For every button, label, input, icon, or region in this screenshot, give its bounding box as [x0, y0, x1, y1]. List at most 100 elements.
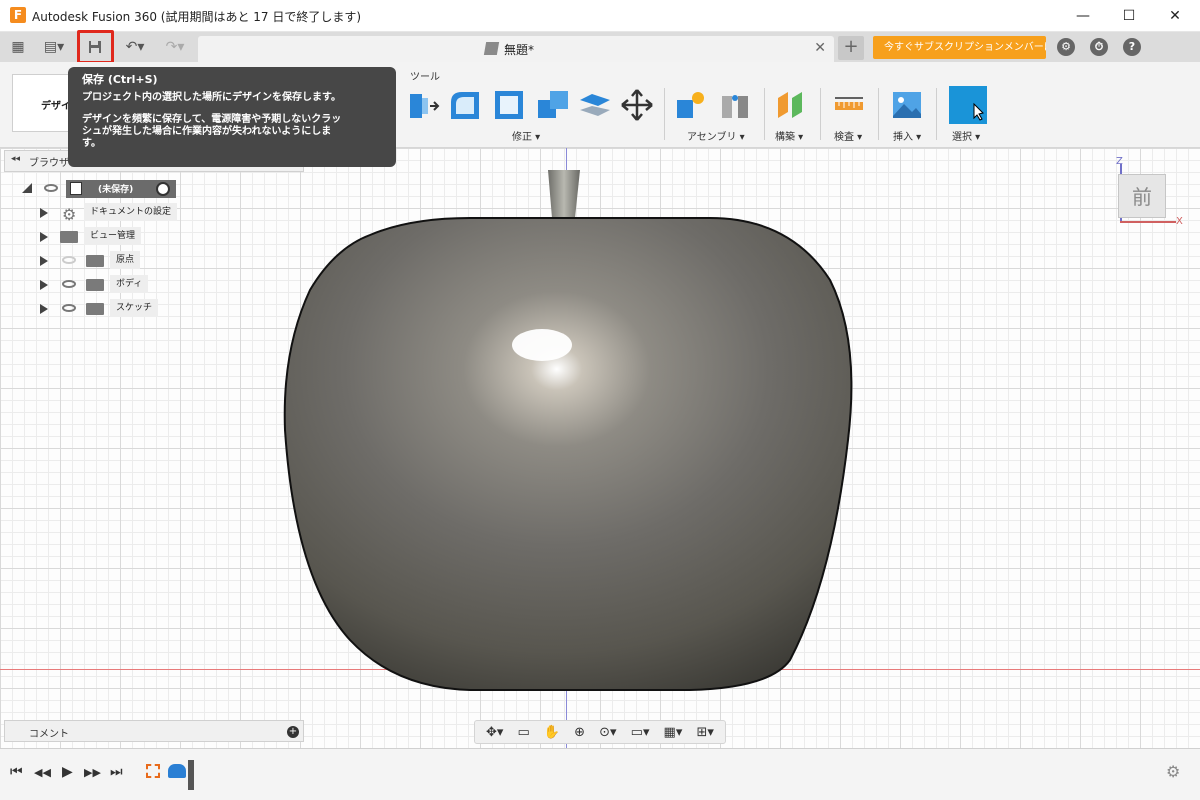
timeline-first-icon[interactable]: ⏮ — [10, 764, 23, 780]
zoom-icon[interactable]: ⊕ — [574, 725, 585, 740]
apple-body — [283, 217, 853, 691]
timeline-prev-icon[interactable]: ◀◀ — [34, 766, 51, 779]
tools-tab-label[interactable]: ツール — [410, 68, 440, 83]
fusion-app-icon: F — [10, 7, 26, 23]
document-tab[interactable]: 無題* ✕ — [198, 36, 834, 62]
help-icon[interactable]: ? — [1123, 38, 1141, 56]
tooltip-text: シュが発生した場合に作業内容が失われないようにしま — [82, 126, 332, 137]
viewcube-x-axis — [1120, 221, 1176, 223]
close-button[interactable]: ✕ — [1152, 0, 1198, 32]
data-panel-grid-icon[interactable]: ▦ — [8, 36, 28, 58]
select-icon[interactable] — [949, 86, 987, 124]
pan-hand-icon[interactable]: ✋ — [544, 725, 560, 740]
redo-button[interactable]: ↷▾ — [158, 36, 192, 58]
timeline-marker[interactable] — [188, 760, 194, 790]
tree-node-sketches[interactable]: スケッチ — [110, 299, 159, 317]
expand-icon[interactable] — [40, 304, 48, 314]
apple-stem — [548, 170, 580, 218]
activate-radio-icon[interactable] — [156, 182, 170, 196]
tree-node-document-settings[interactable]: ドキュメントの設定 — [84, 203, 178, 221]
folder-icon — [86, 303, 104, 315]
fillet-icon[interactable] — [448, 88, 482, 122]
ribbon-separator — [820, 88, 821, 140]
comments-panel[interactable]: コメント + — [4, 720, 304, 742]
specular-highlight — [512, 329, 572, 361]
inspect-menu[interactable]: 検査 ▾ — [834, 128, 862, 143]
ribbon-separator — [664, 88, 665, 140]
save-highlight-box — [77, 30, 114, 64]
minimize-button[interactable]: — — [1060, 0, 1106, 32]
offset-plane-icon[interactable] — [774, 88, 808, 122]
comments-label: コメント — [29, 729, 69, 740]
title-bar: F Autodesk Fusion 360 (試用期間はあと 17 日で終了しま… — [0, 0, 1200, 32]
new-component-icon[interactable] — [674, 88, 708, 122]
ribbon-separator — [764, 88, 765, 140]
folder-icon — [60, 231, 78, 243]
fit-icon[interactable]: ⊙▾ — [599, 725, 616, 740]
job-status-icon[interactable]: ⏱ — [1090, 38, 1108, 56]
timeline-last-icon[interactable]: ⏭ — [110, 764, 123, 780]
expand-icon[interactable] — [40, 256, 48, 266]
expand-icon[interactable] — [40, 208, 48, 218]
viewcube-front-face[interactable]: 前 — [1118, 174, 1166, 218]
visibility-eye-icon[interactable] — [62, 304, 76, 312]
apple-body-model[interactable] — [270, 160, 870, 700]
add-comment-icon[interactable]: + — [287, 726, 299, 738]
folder-icon — [86, 279, 104, 291]
visibility-eye-icon[interactable] — [62, 280, 76, 288]
move-icon[interactable] — [620, 88, 654, 122]
browser-title: ブラウザ — [29, 158, 69, 169]
select-menu[interactable]: 選択 ▾ — [952, 128, 980, 143]
insert-menu[interactable]: 挿入 ▾ — [893, 128, 921, 143]
shell-icon[interactable] — [492, 88, 526, 122]
component-icon — [70, 182, 82, 195]
undo-button[interactable]: ↶▾ — [118, 36, 152, 58]
sketch-feature-icon[interactable] — [146, 764, 160, 778]
timeline-play-icon[interactable]: ▶ — [62, 764, 73, 780]
viewcube-z-label: Z — [1116, 156, 1123, 167]
assemble-menu[interactable]: アセンブリ ▾ — [687, 128, 745, 143]
root-label: (未保存) — [98, 185, 134, 195]
tree-node-bodies[interactable]: ボディ — [110, 275, 149, 293]
look-at-icon[interactable]: ▭ — [518, 725, 530, 740]
tooltip-text: す。 — [82, 138, 101, 149]
collapse-browser-icon[interactable]: ◂◂ — [11, 154, 20, 164]
workspace-switcher[interactable]: デザイ — [12, 74, 72, 132]
subscribe-button[interactable]: 今すぐサブスクリプションメンバーに... — [873, 36, 1046, 59]
tree-node-named-views[interactable]: ビュー管理 — [84, 227, 142, 245]
expand-icon[interactable] — [40, 232, 48, 242]
window-title: Autodesk Fusion 360 (試用期間はあと 17 日で終了します) — [32, 10, 362, 24]
ribbon-separator — [878, 88, 879, 140]
timeline-settings-gear-icon[interactable]: ⚙ — [1166, 762, 1180, 781]
design-cube-icon — [483, 42, 500, 55]
press-pull-icon[interactable] — [406, 88, 440, 122]
ribbon-separator — [936, 88, 937, 140]
maximize-button[interactable]: ☐ — [1106, 0, 1152, 32]
offset-face-icon[interactable] — [578, 88, 612, 122]
display-settings-icon[interactable]: ▭▾ — [631, 725, 650, 740]
joint-icon[interactable] — [718, 88, 752, 122]
construct-menu[interactable]: 構築 ▾ — [775, 128, 803, 143]
root-expander-icon[interactable] — [22, 183, 32, 193]
orbit-icon[interactable]: ✥▾ — [486, 725, 503, 740]
hidden-eye-icon[interactable] — [62, 256, 76, 264]
viewcube-x-label: X — [1176, 216, 1183, 227]
measure-icon[interactable] — [832, 88, 866, 122]
file-menu-button[interactable]: ▤▾ — [38, 36, 70, 58]
timeline-next-icon[interactable]: ▶▶ — [84, 766, 101, 779]
modify-menu[interactable]: 修正 ▾ — [512, 128, 540, 143]
document-tab-label: 無題* — [504, 43, 535, 57]
viewports-icon[interactable]: ⊞▾ — [696, 725, 713, 740]
navigation-toolbar: ✥▾ ▭ ✋ ⊕ ⊙▾ ▭▾ ▦▾ ⊞▾ — [474, 720, 726, 744]
tooltip-text: デザインを頻繁に保存して、電源障害や予期しないクラッ — [82, 114, 342, 125]
visibility-eye-icon[interactable] — [44, 184, 58, 192]
canvas-image-icon[interactable] — [890, 88, 924, 122]
close-tab-icon[interactable]: ✕ — [814, 40, 826, 56]
body-feature-icon[interactable] — [168, 764, 186, 778]
new-tab-button[interactable]: + — [838, 36, 864, 60]
grid-settings-icon[interactable]: ▦▾ — [664, 725, 683, 740]
combine-icon[interactable] — [536, 88, 570, 122]
tree-node-origin[interactable]: 原点 — [110, 251, 141, 269]
extensions-icon[interactable]: ⚙ — [1057, 38, 1075, 56]
expand-icon[interactable] — [40, 280, 48, 290]
